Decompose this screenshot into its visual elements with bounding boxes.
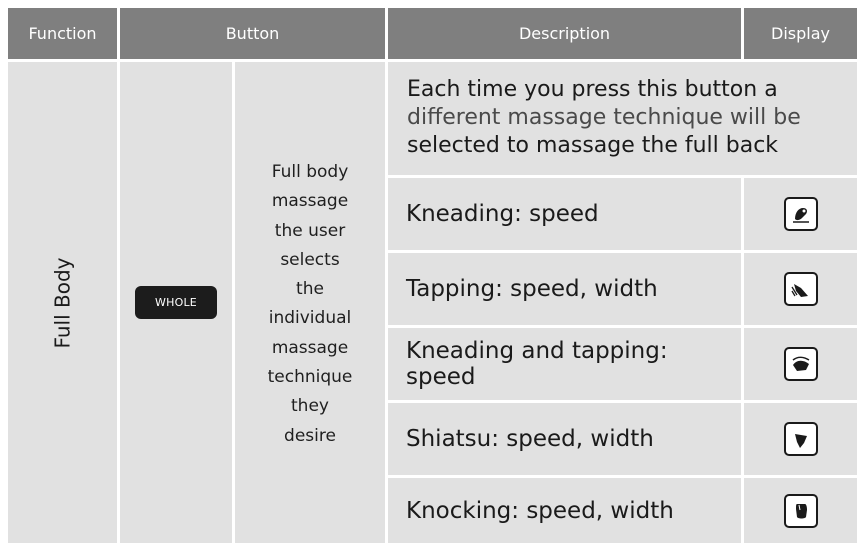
button-description-line: massage: [271, 337, 349, 358]
button-description-line: Full body: [271, 162, 349, 182]
tapping-icon: [783, 272, 818, 306]
button-description-line: the user: [274, 220, 346, 241]
intro-line: selected to massage the full back: [407, 133, 779, 158]
technique-label: Tapping: speed, width: [406, 276, 658, 302]
technique-label: Kneading and tapping: speed: [406, 338, 668, 390]
button-description: Full body massage the user selects the i…: [235, 158, 385, 451]
button-description-line: massage: [271, 191, 349, 212]
knocking-icon: [783, 493, 818, 528]
display-cell: [744, 253, 857, 325]
technique-label: Kneading: speed: [406, 201, 599, 227]
header-description-label: Description: [518, 24, 611, 43]
display-cell: [744, 328, 857, 400]
header-button: Button: [120, 8, 385, 59]
whole-button-label: WHOLE: [155, 296, 197, 309]
button-description-line: desire: [284, 425, 336, 446]
function-cell: Full Body: [8, 62, 117, 543]
button-description-line: they: [291, 396, 329, 417]
intro-line: Each time you press this button a: [407, 77, 778, 102]
technique-row-kneading: Kneading: speed: [388, 178, 741, 250]
shiatsu-icon: [783, 422, 818, 456]
display-cell: [744, 178, 857, 250]
header-description: Description: [388, 8, 741, 59]
kneading-icon: [783, 197, 818, 231]
technique-row-shiatsu: Shiatsu: speed, width: [388, 403, 741, 475]
header-function: Function: [8, 8, 117, 59]
header-display-label: Display: [771, 24, 830, 43]
button-cell: WHOLE: [120, 62, 232, 543]
whole-button[interactable]: WHOLE: [135, 286, 217, 319]
button-description-line: individual: [268, 308, 352, 329]
button-description-line: technique: [267, 367, 353, 388]
header-function-label: Function: [28, 24, 97, 43]
intro-line: different massage technique will be: [407, 105, 801, 130]
button-description-line: selects: [280, 249, 340, 270]
technique-label: Shiatsu: speed, width: [406, 426, 654, 452]
massage-function-table: Function Button Description Display Full…: [0, 0, 858, 543]
technique-row-kneading-tapping: Kneading and tapping: speed: [388, 328, 741, 400]
display-cell: [744, 478, 857, 543]
function-label: Full Body: [50, 256, 75, 349]
technique-row-tapping: Tapping: speed, width: [388, 253, 741, 325]
technique-row-knocking: Knocking: speed, width: [388, 478, 741, 543]
technique-label: Knocking: speed, width: [406, 497, 674, 524]
display-cell: [744, 403, 857, 475]
button-description-line: the: [296, 279, 324, 300]
intro-description-cell: Each time you press this button a differ…: [388, 62, 857, 175]
kneading-tapping-icon: [783, 347, 818, 381]
button-description-cell: Full body massage the user selects the i…: [235, 62, 385, 543]
header-display: Display: [744, 8, 857, 59]
header-button-label: Button: [225, 24, 280, 43]
